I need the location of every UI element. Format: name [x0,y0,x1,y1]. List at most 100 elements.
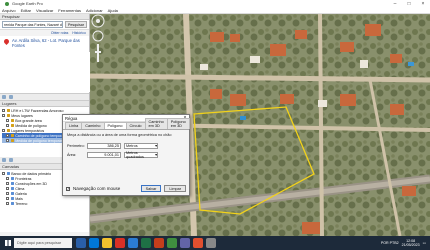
copy-icon[interactable] [9,95,13,99]
chevron-down-icon: ▾ [155,153,157,157]
add-icon[interactable] [2,158,6,162]
area-row: Área: 9.001,01 Metros quadrados ▾ [67,151,185,159]
clock-date: 21/05/2023 [401,243,420,247]
tab-path-3d[interactable]: Caminho em 3D [144,118,168,129]
menu-help[interactable]: Ajuda [108,8,118,13]
app-icon[interactable] [206,238,216,248]
result-blank-area [0,52,90,92]
tab-polygon[interactable]: Polígono [103,122,127,129]
clear-button[interactable]: Limpar [164,185,186,192]
ruler-tabs: Linha Caminho Polígono Círculo Caminho e… [63,118,190,130]
menu-edit[interactable]: Editar [21,8,31,13]
polygon-icon [10,123,14,128]
location-pin-icon [2,37,11,46]
clock[interactable]: 12:08 21/05/2023 [402,239,420,248]
search-row: renida Parque das Fontes, Nazaré da Pesq… [0,20,89,30]
menu-view[interactable]: Visualizar [36,8,53,13]
tab-path[interactable]: Caminho [81,122,105,129]
checkbox-icon[interactable] [6,192,9,195]
navigation-controls[interactable] [90,14,106,64]
maximize-icon[interactable]: □ [402,0,416,7]
checkbox-icon[interactable] [6,177,9,180]
minimize-icon[interactable]: – [388,0,402,7]
perimeter-row: Perímetro: 386,25 Metros ▾ [67,142,185,149]
more-icon [10,196,14,201]
folder-icon[interactable] [9,158,13,162]
windows-start-icon[interactable] [2,236,14,250]
chrome-icon[interactable] [115,238,125,248]
perimeter-unit-select[interactable]: Metros ▾ [124,142,158,149]
menu-bar: Arquivo Editar Visualizar Ferramentas Ad… [0,7,430,14]
edge-icon[interactable] [89,238,99,248]
checkbox-icon[interactable] [6,187,9,190]
polygon-icon [10,133,14,138]
checkbox-icon[interactable] [6,182,9,185]
clock-time: 12:08 [406,238,416,243]
checkbox-icon[interactable] [2,129,5,132]
google-earth-taskbar-icon[interactable] [167,238,177,248]
menu-tools[interactable]: Ferramentas [58,8,81,13]
file-explorer-icon[interactable] [102,238,112,248]
mouse-navigation-checkbox[interactable]: ✓ [66,186,70,191]
borders-icon [10,176,14,181]
search-input[interactable]: renida Parque das Fontes, Nazaré da [2,21,64,28]
polygon-icon [10,138,14,143]
search-result[interactable]: Av. Ardila Silva, 62 - Lot. Parque das F… [0,36,90,94]
close-results-icon[interactable] [2,95,6,99]
result-address[interactable]: Av. Ardila Silva, 62 - Lot. Parque das F… [12,38,84,48]
weather-icon [10,186,14,191]
excel-icon[interactable] [141,238,151,248]
tab-polygon-3d[interactable]: Polígono em 3D [166,118,190,129]
save-button[interactable]: Salvar [140,185,162,192]
ruler-dialog: Régua × Linha Caminho Polígono Círculo C… [62,114,190,196]
word-icon[interactable] [128,238,138,248]
perimeter-value: 386,25 [87,142,121,149]
powerpoint-icon[interactable] [154,238,164,248]
folder-icon [10,118,14,123]
google-earth-icon [5,1,9,6]
area-value: 9.001,01 [87,151,121,158]
area-unit-select[interactable]: Metros quadrados ▾ [124,151,158,159]
tab-line[interactable]: Linha [65,122,83,129]
checkbox-icon[interactable] [2,109,5,112]
search-button[interactable]: Pesquisar [65,21,87,28]
checkbox-icon[interactable] [6,139,9,142]
folder-icon [6,113,10,118]
history-link[interactable]: Histórico [72,31,86,35]
title-bar: Google Earth Pro – □ × [0,0,430,7]
app-icon[interactable] [193,238,203,248]
gallery-icon [10,191,14,196]
menu-file[interactable]: Arquivo [2,8,16,13]
checkbox-icon[interactable] [6,134,9,137]
task-view-icon[interactable] [76,238,86,248]
perimeter-label: Perímetro: [67,143,85,148]
checkbox-icon[interactable] [2,114,5,117]
buildings-3d-icon [10,181,14,186]
rows-link[interactable]: Obter rotas [51,31,69,35]
checkbox-icon[interactable] [6,119,9,122]
close-icon[interactable]: × [416,0,430,7]
notifications-icon[interactable]: ▭ [423,241,426,245]
folder-icon [6,108,10,113]
window-controls: – □ × [388,0,430,7]
ruler-body: Meça a distância ou a área de uma forma … [63,130,189,163]
language-indicator[interactable]: POR PTB2 [381,241,399,245]
dialog-footer: ✓ Navegação com mouse Salvar Limpar [66,185,186,192]
mouse-navigation-label: Navegação com mouse [73,186,121,191]
tab-circle[interactable]: Círculo [125,122,146,129]
checkbox-icon[interactable] [6,124,9,127]
checkbox-icon[interactable] [2,172,5,175]
checkbox-icon[interactable] [6,197,9,200]
checkbox-icon[interactable] [6,202,9,205]
ruler-description: Meça a distância ou a área de uma forma … [67,133,172,137]
search-toolbar [0,94,89,101]
terrain-icon [10,201,14,206]
taskbar-search-input[interactable]: Digite aqui para pesquisar [14,238,72,248]
system-tray: POR PTB2 12:08 21/05/2023 ▭ [381,239,430,248]
area-label: Área: [67,152,77,157]
dialog-title: Régua [65,115,78,121]
layers-item[interactable]: Terreno [2,201,87,206]
folder-icon [6,128,10,133]
menu-add[interactable]: Adicionar [86,8,103,13]
teams-icon[interactable] [180,238,190,248]
